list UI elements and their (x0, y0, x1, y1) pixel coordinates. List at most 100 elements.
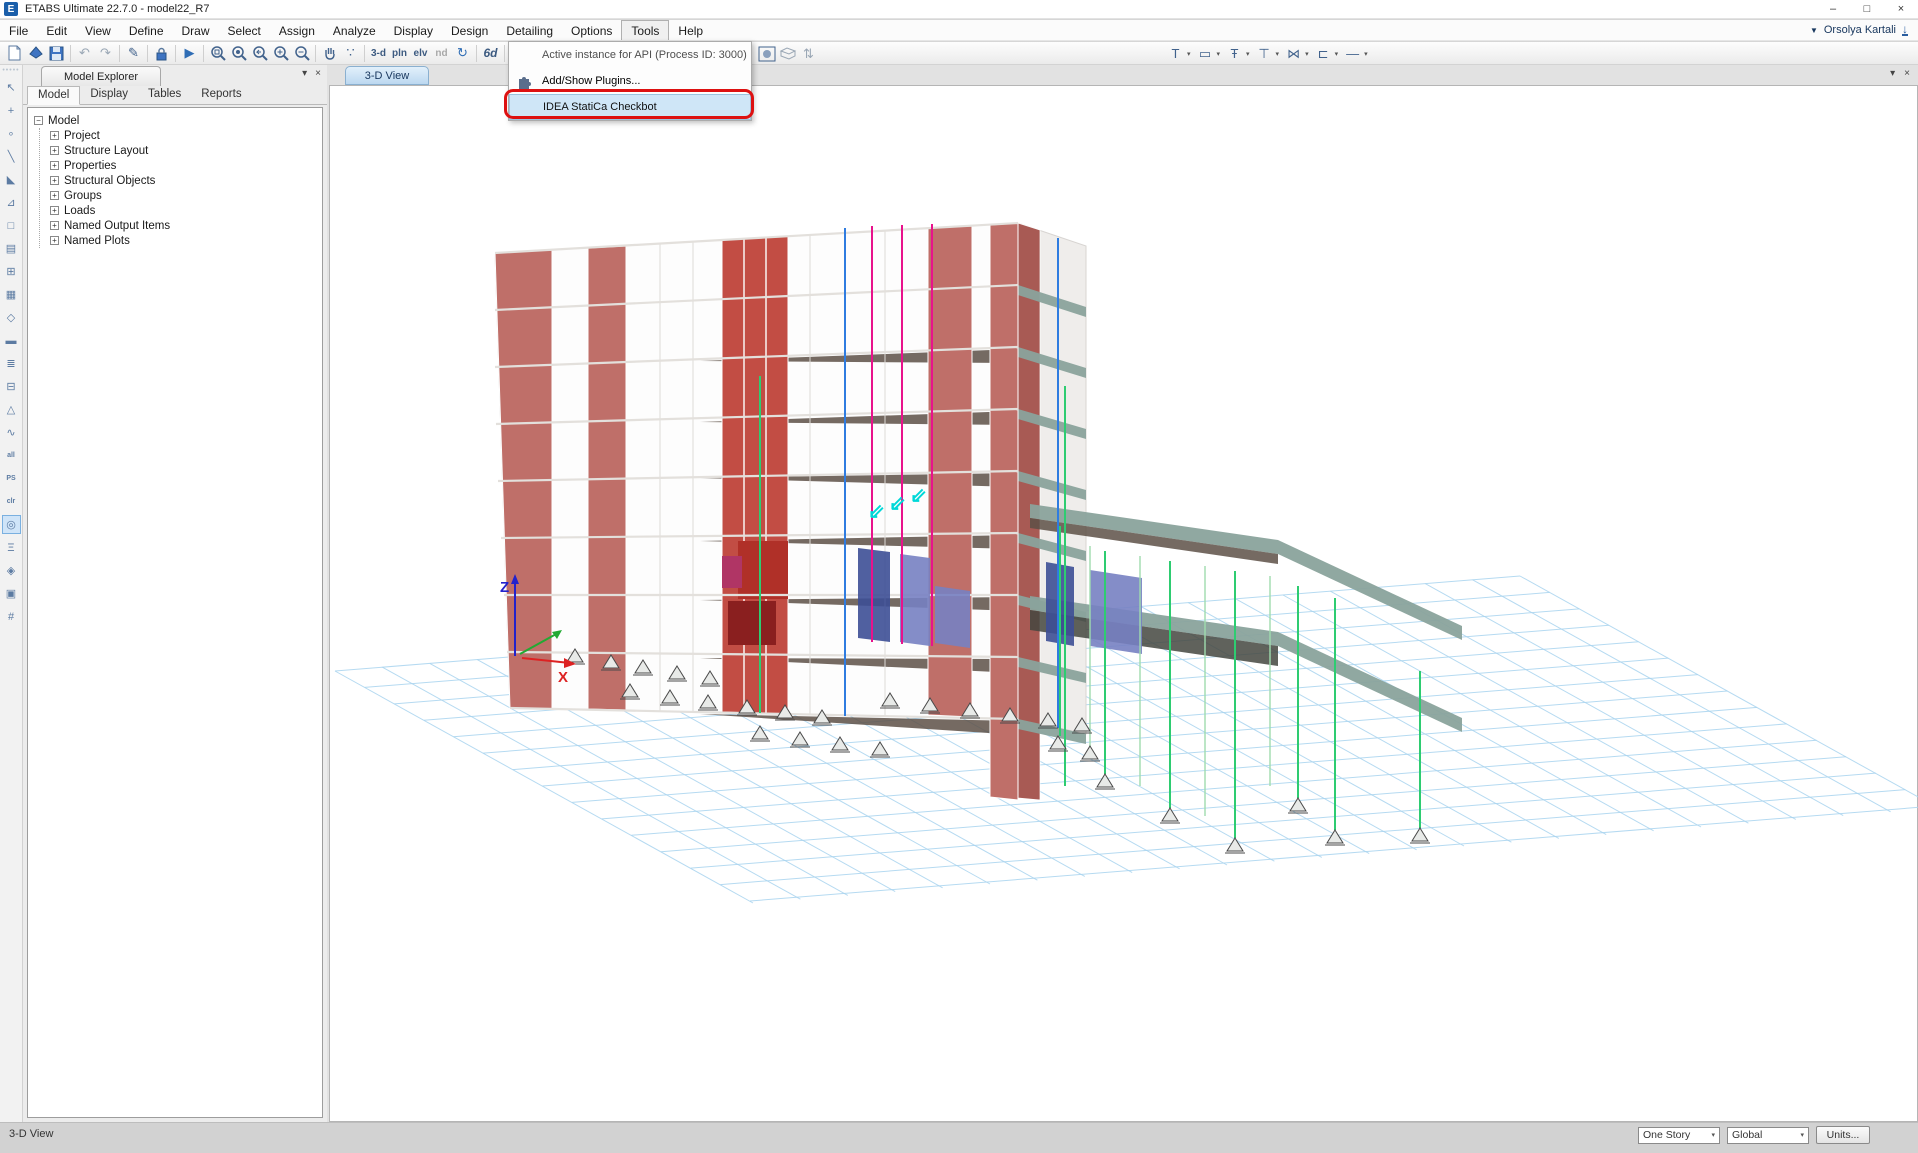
toolbar-grip[interactable]: ••••• (2, 68, 19, 73)
open-model-icon[interactable] (25, 43, 46, 63)
view-tab-3d[interactable]: 3-D View (345, 66, 429, 85)
extruded-view-icon[interactable] (777, 44, 798, 64)
walk-through-icon[interactable]: ∵ (340, 43, 361, 63)
menu-draw[interactable]: Draw (173, 20, 219, 40)
undo-icon[interactable]: ↶ (74, 43, 95, 63)
menu-item-active-instance[interactable]: Active instance for API (Process ID: 300… (509, 42, 751, 68)
draw-link-icon[interactable]: ◇ (2, 308, 21, 327)
new-model-icon[interactable] (4, 43, 25, 63)
collapse-icon[interactable]: − (34, 116, 43, 125)
expand-icon[interactable]: + (50, 146, 59, 155)
chevron-down-icon[interactable]: ▾ (1276, 50, 1280, 58)
draw-rect-shell-icon[interactable]: ▤ (2, 239, 21, 258)
quick-draw-wall-icon[interactable]: ▦ (2, 285, 21, 304)
draw-joint-icon[interactable]: ∘ (2, 124, 21, 143)
snap-intersection-icon[interactable]: ◈ (2, 561, 21, 580)
perspective-glasses-icon[interactable]: 6d (480, 43, 501, 63)
view-plan-button[interactable]: pln (389, 43, 410, 63)
expand-icon[interactable]: + (50, 191, 59, 200)
explorer-close-icon[interactable]: × (315, 68, 321, 79)
zoom-in-icon[interactable] (270, 43, 291, 63)
menu-item-add-show-plugins[interactable]: Add/Show Plugins... (509, 68, 751, 94)
truss-display-toggle-icon[interactable]: ⋈ (1283, 44, 1304, 64)
menu-analyze[interactable]: Analyze (324, 20, 385, 40)
quick-draw-brace-icon[interactable]: ⊿ (2, 193, 21, 212)
run-analysis-icon[interactable]: ▶ (179, 43, 200, 63)
previous-selection-icon[interactable]: PS (2, 469, 21, 488)
tab-tables[interactable]: Tables (138, 86, 191, 104)
menu-select[interactable]: Select (219, 20, 270, 40)
draw-shell-icon[interactable]: □ (2, 216, 21, 235)
expand-icon[interactable]: + (50, 206, 59, 215)
frame-label-toggle-icon[interactable]: T (1165, 44, 1186, 64)
object-shrink-icon[interactable] (756, 44, 777, 64)
resize-view-icon[interactable]: ⇅ (798, 44, 819, 64)
tab-display[interactable]: Display (80, 86, 138, 104)
chevron-down-icon[interactable]: ▾ (1335, 50, 1339, 58)
draw-grid-icon[interactable]: ≣ (2, 354, 21, 373)
snap-lattice-icon[interactable]: # (2, 607, 21, 626)
user-account[interactable]: ▼ Orsolya Kartali ↓ (1810, 20, 1918, 40)
edit-pencil-icon[interactable]: ✎ (123, 43, 144, 63)
restore-full-view-icon[interactable] (228, 43, 249, 63)
units-button[interactable]: Units... (1816, 1126, 1870, 1144)
expand-icon[interactable]: + (50, 236, 59, 245)
close-button[interactable]: × (1884, 0, 1918, 19)
zoom-out-icon[interactable] (291, 43, 312, 63)
draw-frame-icon[interactable]: ╲ (2, 147, 21, 166)
tree-item-named-plots[interactable]: + Named Plots (50, 233, 322, 248)
model-explorer-tab[interactable]: Model Explorer (41, 66, 161, 86)
area-display-toggle-icon[interactable]: ▭ (1195, 44, 1216, 64)
tree-item-project[interactable]: + Project (50, 128, 322, 143)
tree-item-properties[interactable]: + Properties (50, 158, 322, 173)
draw-tendon-icon[interactable]: ∿ (2, 423, 21, 442)
explorer-menu-icon[interactable]: ▾ (302, 68, 307, 79)
edit-grid-icon[interactable]: Ξ (2, 538, 21, 557)
select-all-icon[interactable]: all (2, 446, 21, 465)
lock-icon[interactable] (151, 43, 172, 63)
download-icon[interactable]: ↓ (1902, 24, 1908, 36)
expand-icon[interactable]: + (50, 131, 59, 140)
maximize-button[interactable]: □ (1850, 0, 1884, 19)
menu-detailing[interactable]: Detailing (497, 20, 562, 40)
minimize-button[interactable]: – (1816, 0, 1850, 19)
reshape-object-icon[interactable]: + (2, 101, 21, 120)
tree-item-structure-layout[interactable]: + Structure Layout (50, 143, 322, 158)
previous-zoom-icon[interactable] (249, 43, 270, 63)
rotate-view-icon[interactable]: ↻ (452, 43, 473, 63)
select-pointer-icon[interactable]: ↖ (2, 78, 21, 97)
view-elevation-button[interactable]: elv (410, 43, 431, 63)
redo-icon[interactable]: ↷ (95, 43, 116, 63)
menu-help[interactable]: Help (669, 20, 712, 40)
tree-item-named-output-items[interactable]: + Named Output Items (50, 218, 322, 233)
tab-model[interactable]: Model (27, 86, 80, 105)
tree-item-structural-objects[interactable]: + Structural Objects (50, 173, 322, 188)
clear-selection-icon[interactable]: clr (2, 492, 21, 511)
menu-item-idea-statica-checkbot[interactable]: IDEA StatiCa Checkbot (509, 94, 751, 120)
menu-define[interactable]: Define (120, 20, 173, 40)
expand-icon[interactable]: + (50, 221, 59, 230)
chevron-down-icon[interactable]: ▾ (1305, 50, 1309, 58)
story-selector[interactable]: One Story ▾ (1638, 1127, 1720, 1144)
menu-display[interactable]: Display (385, 20, 442, 40)
line-display-toggle-icon[interactable]: — (1342, 44, 1363, 64)
menu-edit[interactable]: Edit (37, 20, 76, 40)
tab-reports[interactable]: Reports (191, 86, 251, 104)
draw-brace-icon[interactable]: △ (2, 400, 21, 419)
menu-options[interactable]: Options (562, 20, 621, 40)
rubber-band-zoom-icon[interactable] (207, 43, 228, 63)
draw-dimension-icon[interactable]: ▬ (2, 331, 21, 350)
view-nd-button[interactable]: nd (431, 43, 452, 63)
coordinate-system-selector[interactable]: Global ▾ (1727, 1127, 1809, 1144)
spandrel-label-toggle-icon[interactable]: ⊤ (1254, 44, 1275, 64)
tree-item-groups[interactable]: + Groups (50, 188, 322, 203)
section-display-toggle-icon[interactable]: ⊏ (1313, 44, 1334, 64)
chevron-down-icon[interactable]: ▾ (1217, 50, 1221, 58)
tree-item-loads[interactable]: + Loads (50, 203, 322, 218)
menu-assign[interactable]: Assign (270, 20, 324, 40)
snap-target-icon[interactable]: ◎ (2, 515, 21, 534)
quick-draw-frame-icon[interactable]: ◣ (2, 170, 21, 189)
chevron-down-icon[interactable]: ▾ (1364, 50, 1368, 58)
menu-file[interactable]: File (0, 20, 37, 40)
snap-fine-grid-icon[interactable]: ▣ (2, 584, 21, 603)
